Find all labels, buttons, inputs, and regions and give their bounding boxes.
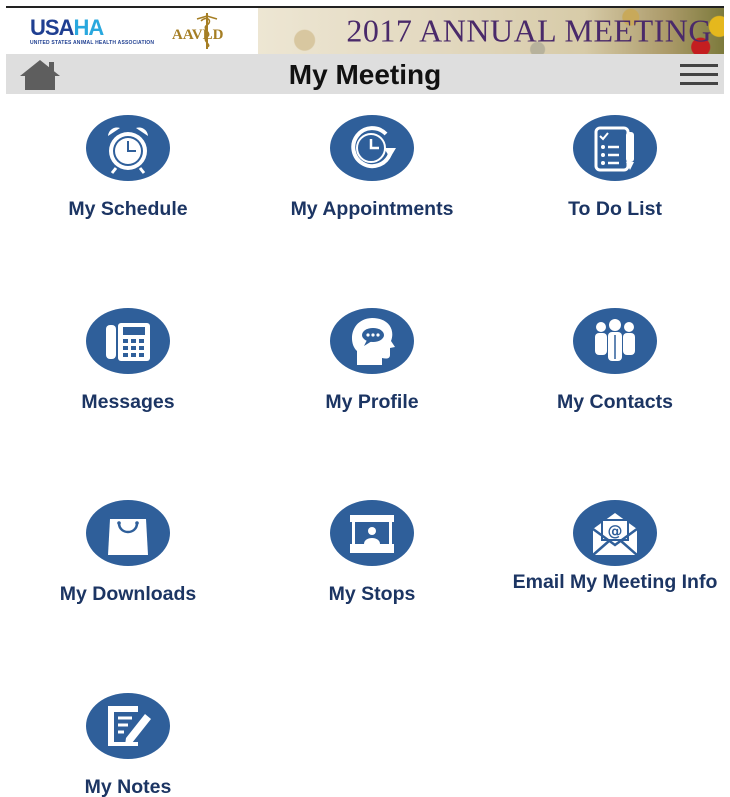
svg-text:@: @: [608, 522, 623, 540]
menu-button[interactable]: [680, 62, 718, 88]
hamburger-menu-icon: [680, 64, 718, 85]
home-button[interactable]: [18, 58, 62, 92]
booth-icon: [350, 515, 394, 553]
checklist-icon: [594, 126, 634, 172]
header-banner: USAHA UNITED STATES ANIMAL HEALTH ASSOCI…: [6, 6, 724, 54]
email-envelope-icon: @: [592, 513, 638, 556]
tile-label: My Schedule: [68, 198, 188, 220]
notes-pen-icon: [108, 706, 151, 746]
sponsor-logos: USAHA UNITED STATES ANIMAL HEALTH ASSOCI…: [6, 8, 258, 54]
shopping-bag-icon: [108, 519, 148, 555]
tile-label: Email My Meeting Info: [512, 571, 718, 593]
usaha-subtitle: UNITED STATES ANIMAL HEALTH ASSOCIATION: [30, 39, 155, 46]
head-speech-icon: [351, 318, 395, 365]
tile-label: My Notes: [84, 776, 172, 797]
tile-label: My Downloads: [59, 583, 197, 605]
usaha-logo: USAHA UNITED STATES ANIMAL HEALTH ASSOCI…: [30, 14, 155, 46]
tile-label: My Stops: [328, 583, 416, 605]
banner-title: 2017 ANNUAL MEETING: [346, 12, 712, 49]
tile-label: My Appointments: [290, 198, 454, 220]
banner-title-area: 2017 ANNUAL MEETING: [258, 8, 724, 54]
tile-label: My Profile: [325, 391, 419, 413]
aavld-logo: AAVLD: [170, 13, 242, 49]
aavld-logo-text: AAVLD: [172, 27, 224, 43]
usaha-logo-text: USAHA: [30, 14, 104, 40]
tile-label: Messages: [81, 391, 175, 413]
clock-arrow-icon: [351, 126, 396, 169]
nav-bar: My Meeting: [6, 54, 724, 94]
home-icon: [20, 60, 60, 90]
people-group-icon: [595, 319, 635, 361]
tile-label: My Contacts: [557, 391, 673, 413]
page-title: My Meeting: [288, 59, 442, 90]
alarm-clock-icon: [108, 127, 148, 174]
tile-label: To Do List: [568, 198, 662, 220]
telephone-icon: [106, 323, 150, 361]
